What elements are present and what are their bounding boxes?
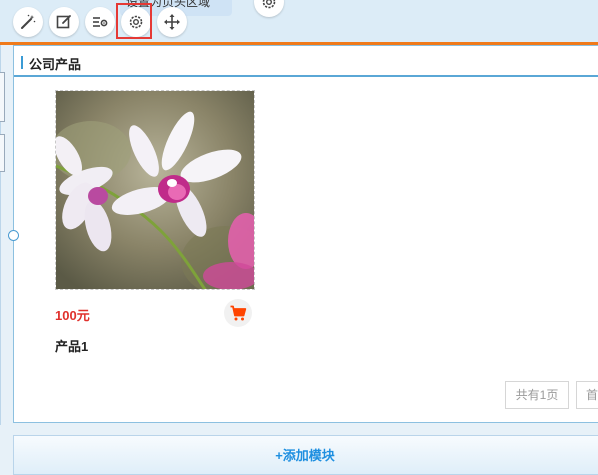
edit-icon: [56, 15, 71, 29]
gear-icon: [262, 0, 276, 9]
list-settings-button[interactable]: [85, 7, 115, 37]
side-tab[interactable]: [0, 72, 5, 122]
panel-title: 公司产品: [29, 57, 82, 72]
product-price: 100元: [55, 308, 90, 323]
first-page-button[interactable]: 首页: [576, 381, 598, 409]
orchid-photo: [56, 91, 254, 289]
edit-button[interactable]: [49, 7, 79, 37]
side-tab[interactable]: [0, 134, 5, 172]
title-accent-bar: [21, 56, 23, 69]
magic-wand-button[interactable]: [13, 7, 43, 37]
product-image[interactable]: [55, 90, 255, 290]
move-button[interactable]: [157, 7, 187, 37]
list-settings-icon: [93, 17, 108, 27]
panel-header: 公司产品: [14, 46, 598, 77]
product-name[interactable]: 产品1: [55, 336, 88, 355]
add-module-button[interactable]: +添加模块: [14, 445, 596, 464]
magic-wand-icon: [21, 14, 36, 29]
add-module-bar[interactable]: +添加模块: [13, 435, 598, 475]
move-icon: [164, 14, 180, 30]
shopping-cart-icon: [230, 305, 247, 321]
add-to-cart-button[interactable]: [224, 299, 252, 327]
selection-highlight: [116, 3, 152, 39]
resize-handle[interactable]: [8, 230, 19, 241]
page-count: 共有1页: [505, 381, 569, 409]
